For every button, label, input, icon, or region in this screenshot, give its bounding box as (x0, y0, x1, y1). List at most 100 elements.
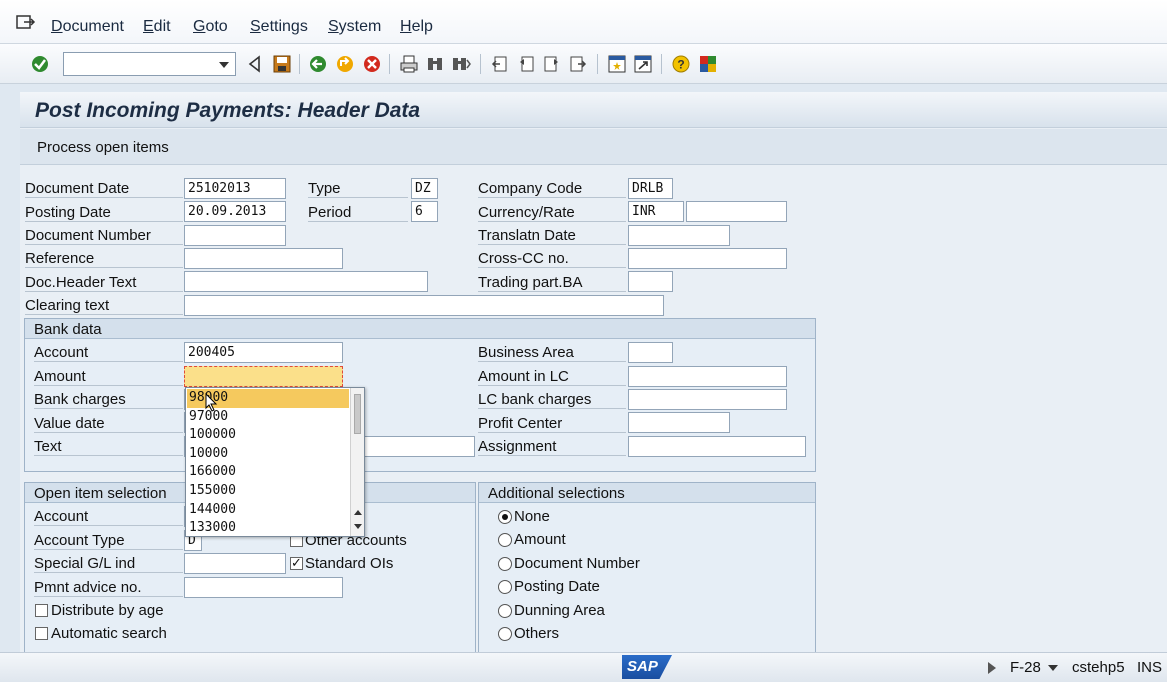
enter-icon[interactable] (30, 54, 50, 74)
bank-data-header: Bank data (25, 319, 815, 339)
dropdown-scrollbar[interactable] (350, 388, 364, 536)
status-bar: SAP F-28 cstehp5 INS (0, 652, 1167, 682)
account-field[interactable]: 200405 (184, 342, 343, 363)
bank-charges-label: Bank charges (34, 391, 183, 409)
period-label: Period (308, 204, 408, 222)
history-option[interactable]: 100000 (187, 426, 349, 445)
menu-edit[interactable]: Edit (143, 18, 171, 36)
command-field[interactable] (63, 52, 236, 76)
business-area-field[interactable] (628, 342, 673, 363)
lc-bank-charges-field[interactable] (628, 389, 787, 410)
assignment-field[interactable] (628, 436, 806, 457)
radio-none-label: None (514, 508, 550, 525)
document-date-label: Document Date (25, 180, 183, 198)
history-option[interactable]: 166000 (187, 463, 349, 482)
distribute-by-age-checkbox[interactable] (35, 604, 48, 617)
standard-toolbar: ? (0, 44, 1167, 84)
company-code-field[interactable]: DRLB (628, 178, 673, 199)
menu-exit-icon[interactable] (16, 14, 36, 30)
posting-date-field[interactable]: 20.09.2013 (184, 201, 286, 222)
radio-document-number-label: Document Number (514, 555, 640, 572)
menu-document[interactable]: Document (51, 18, 124, 36)
amount-in-lc-field[interactable] (628, 366, 787, 387)
status-expand-icon[interactable] (988, 662, 996, 674)
special-gl-field[interactable] (184, 553, 286, 574)
create-session-icon[interactable] (607, 54, 627, 74)
document-date-field[interactable]: 25102013 (184, 178, 286, 199)
radio-others[interactable] (498, 627, 512, 641)
insert-mode: INS (1137, 659, 1163, 676)
assignment-label: Assignment (478, 438, 626, 456)
value-date-label: Value date (34, 415, 183, 433)
profit-center-label: Profit Center (478, 415, 626, 433)
history-option[interactable]: 133000 (187, 519, 349, 536)
special-gl-label: Special G/L ind (34, 555, 183, 573)
radio-dunning-area[interactable] (498, 604, 512, 618)
radio-posting-date[interactable] (498, 580, 512, 594)
print-icon[interactable] (399, 54, 419, 74)
type-field[interactable]: DZ (411, 178, 438, 199)
menu-help[interactable]: Help (400, 18, 433, 36)
radio-amount[interactable] (498, 533, 512, 547)
amount-field[interactable] (184, 366, 343, 387)
exchange-rate-field[interactable] (686, 201, 787, 222)
business-area-label: Business Area (478, 344, 626, 362)
previous-page-icon[interactable] (516, 54, 536, 74)
bank-data-title: Bank data (34, 321, 102, 338)
last-page-icon[interactable] (568, 54, 588, 74)
find-icon[interactable] (425, 54, 445, 74)
find-next-icon[interactable] (451, 54, 471, 74)
first-page-icon[interactable] (490, 54, 510, 74)
scroll-up-icon[interactable] (354, 510, 362, 515)
mouse-cursor-icon (205, 393, 218, 412)
shortcut-icon[interactable] (633, 54, 653, 74)
translatn-date-field[interactable] (628, 225, 730, 246)
document-number-label: Document Number (25, 227, 183, 245)
history-option[interactable]: 10000 (187, 445, 349, 464)
save-icon[interactable] (272, 54, 292, 74)
next-page-icon[interactable] (542, 54, 562, 74)
system-info-dropdown-icon[interactable] (1048, 665, 1058, 671)
back-icon[interactable] (308, 54, 328, 74)
svg-text:?: ? (677, 58, 684, 72)
history-option[interactable]: 155000 (187, 482, 349, 501)
menu-goto[interactable]: Goto (193, 18, 228, 36)
trading-part-field[interactable] (628, 271, 673, 292)
radio-others-label: Others (514, 625, 560, 642)
back-triangle-icon[interactable] (245, 54, 265, 74)
clearing-text-field[interactable] (184, 295, 664, 316)
profit-center-field[interactable] (628, 412, 730, 433)
scrollbar-thumb[interactable] (354, 394, 361, 434)
period-field[interactable]: 6 (411, 201, 438, 222)
cross-cc-field[interactable] (628, 248, 787, 269)
pmnt-advice-field[interactable] (184, 577, 343, 598)
menu-system[interactable]: System (328, 18, 381, 36)
additional-selections-title: Additional selections (488, 485, 625, 502)
standard-ois-label: Standard OIs (305, 555, 394, 572)
customize-layout-icon[interactable] (698, 54, 718, 74)
standard-ois-checkbox[interactable] (290, 555, 303, 571)
help-icon[interactable]: ? (671, 54, 691, 74)
process-open-items-button[interactable]: Process open items (37, 139, 169, 156)
oi-account-label: Account (34, 508, 183, 526)
distribute-by-age-label: Distribute by age (51, 602, 164, 619)
radio-document-number[interactable] (498, 557, 512, 571)
doc-header-text-field[interactable] (184, 271, 428, 292)
automatic-search-checkbox[interactable] (35, 627, 48, 640)
account-label: Account (34, 344, 183, 362)
currency-field[interactable]: INR (628, 201, 684, 222)
chevron-down-icon[interactable] (219, 62, 229, 68)
cross-cc-label: Cross-CC no. (478, 250, 626, 268)
exit-icon[interactable] (335, 54, 355, 74)
lc-bank-charges-label: LC bank charges (478, 391, 626, 409)
text-label: Text (34, 438, 183, 456)
reference-field[interactable] (184, 248, 343, 269)
application-toolbar: Process open items (20, 129, 1167, 165)
document-number-field[interactable] (184, 225, 286, 246)
scroll-down-icon[interactable] (354, 524, 362, 529)
cancel-icon[interactable] (362, 54, 382, 74)
radio-none[interactable] (498, 510, 512, 524)
additional-selections-header: Additional selections (479, 483, 815, 503)
history-option[interactable]: 144000 (187, 501, 349, 520)
menu-settings[interactable]: Settings (250, 18, 308, 36)
